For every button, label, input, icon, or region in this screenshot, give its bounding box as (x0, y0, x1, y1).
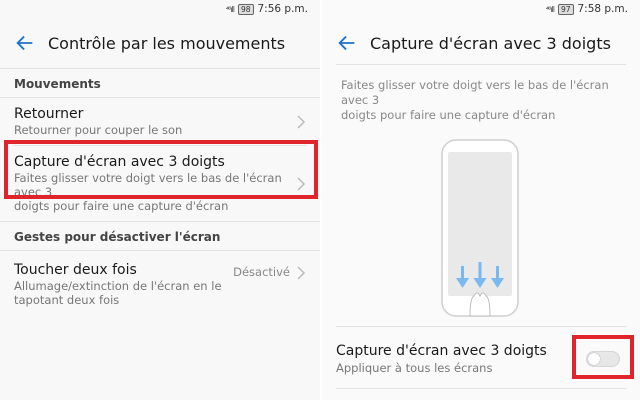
status-bar: ⁴⁶ıll 98 7:56 p.m. (0, 0, 320, 22)
setting-double-tap-subtitle-1: Allumage/extinction de l'écran en le (14, 279, 222, 293)
page-title: Capture d'écran avec 3 doigts (370, 34, 611, 53)
chevron-right-icon (297, 266, 306, 280)
status-time: 7:58 p.m. (577, 3, 629, 15)
setting-flip[interactable]: Retourner Retourner pour couper le son (0, 98, 320, 145)
app-bar: Capture d'écran avec 3 doigts (322, 22, 640, 64)
status-bar: ⁴⁶ıll 97 7:58 p.m. (322, 0, 640, 22)
description-line-2: doigts pour faire une capture d'écran (341, 108, 556, 122)
chevron-right-icon (297, 114, 306, 129)
back-arrow-icon[interactable] (336, 32, 358, 54)
battery-icon: 97 (557, 3, 574, 15)
signal-icon: ⁴⁶ıll (225, 4, 235, 14)
motion-control-screen: ⁴⁶ıll 98 7:56 p.m. Contrôle par les mouv… (0, 0, 320, 400)
section-header-screen-off-gestures: Gestes pour désactiver l'écran (14, 230, 221, 244)
toggle-title: Capture d'écran avec 3 doigts (336, 343, 547, 359)
page-title: Contrôle par les mouvements (48, 34, 286, 53)
highlight-box (572, 335, 634, 379)
setting-double-tap[interactable]: Toucher deux fois Allumage/extinction de… (0, 251, 320, 315)
setting-screenshot-subtitle-2: doigts pour faire une capture d'écran (14, 199, 229, 213)
battery-icon: 98 (237, 3, 254, 15)
phone-illustration (441, 139, 519, 317)
status-time: 7:56 p.m. (257, 3, 309, 15)
setting-flip-title: Retourner (14, 106, 84, 122)
setting-double-tap-value: Désactivé (233, 265, 290, 279)
section-header-movements: Mouvements (14, 77, 101, 91)
signal-icon: ⁴⁶ıll (545, 4, 555, 14)
description-line-1: Faites glisser votre doigt vers le bas d… (341, 78, 609, 107)
setting-flip-subtitle: Retourner pour couper le son (14, 123, 183, 137)
setting-double-tap-subtitle-2: tapotant deux fois (14, 293, 120, 307)
description: Faites glisser votre doigt vers le bas d… (341, 78, 626, 123)
hand-icon (469, 292, 491, 317)
three-finger-screenshot-screen: ⁴⁶ıll 97 7:58 p.m. Capture d'écran avec … (322, 0, 640, 400)
app-bar: Contrôle par les mouvements (0, 22, 320, 64)
back-arrow-icon[interactable] (14, 32, 36, 54)
highlight-box (4, 140, 318, 199)
toggle-subtitle: Appliquer à tous les écrans (336, 361, 493, 375)
